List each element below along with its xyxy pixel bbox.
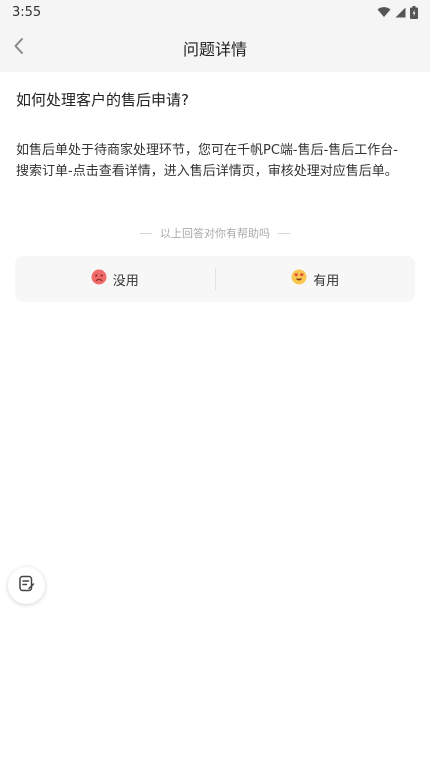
signal-icon	[395, 7, 406, 18]
useless-label: 没用	[112, 273, 139, 289]
feedback-note-icon	[18, 575, 35, 596]
chevron-left-icon	[13, 37, 25, 59]
sad-face-icon	[91, 269, 107, 289]
status-time: 3:55	[12, 4, 42, 20]
prompt-divider-right	[278, 232, 290, 234]
useful-label: 有用	[313, 273, 340, 289]
prompt-divider-left	[140, 232, 152, 234]
status-bar: 3:55	[0, 0, 430, 24]
answer-text: 如售后单处于待商家处理环节，您可在千帆PC端-售后-售后工作台-搜索订单-点击查…	[16, 143, 398, 179]
question-title: 如何处理客户的售后申请?	[16, 91, 189, 109]
wifi-icon	[377, 6, 391, 18]
heart-eyes-face-icon	[291, 269, 307, 289]
feedback-panel: 没用 有用	[15, 256, 415, 302]
status-icons	[377, 5, 418, 19]
back-button[interactable]	[4, 24, 34, 72]
battery-charging-icon	[410, 5, 418, 19]
useful-button[interactable]: 有用	[216, 256, 416, 302]
helpful-prompt: 以上回答对你有帮助吗	[0, 224, 430, 242]
header-bar: 问题详情	[0, 24, 430, 72]
helpful-prompt-text: 以上回答对你有帮助吗	[160, 227, 270, 240]
page-title: 问题详情	[182, 40, 247, 59]
useless-button[interactable]: 没用	[15, 256, 215, 302]
floating-feedback-button[interactable]	[8, 567, 45, 604]
